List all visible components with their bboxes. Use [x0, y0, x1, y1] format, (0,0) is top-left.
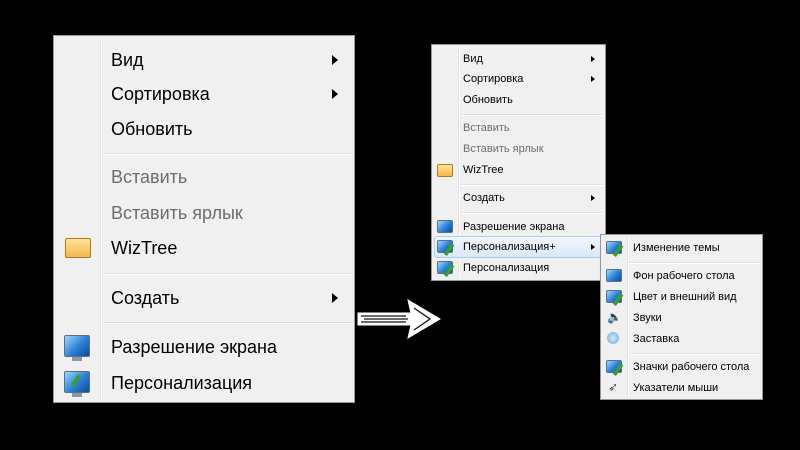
menu-item-refresh[interactable]: Обновить: [432, 90, 605, 110]
menu-item-refresh-label: Обновить: [111, 118, 193, 139]
menu-item-create-label: Создать: [111, 287, 180, 308]
submenu-item-change-theme-label: Изменение темы: [633, 242, 720, 254]
menu-separator: [460, 184, 603, 186]
menu-separator: [629, 262, 760, 264]
menu-item-paste-shortcut-label: Вставить ярлык: [111, 202, 243, 223]
monitor-icon: [437, 220, 453, 233]
monitor-brush-icon: [606, 360, 622, 373]
menu-item-screen-resolution[interactable]: Разрешение экрана: [432, 217, 605, 237]
menu-item-view-label: Вид: [111, 49, 144, 70]
menu-item-screen-resolution-label: Разрешение экрана: [111, 336, 277, 357]
menu-separator: [104, 273, 352, 275]
menu-item-sort-label: Сортировка: [463, 73, 524, 85]
submenu-arrow-icon: [332, 55, 338, 65]
submenu-item-sounds-label: Звуки: [633, 312, 662, 324]
menu-item-create-label: Создать: [463, 192, 505, 204]
menu-item-wiztree-label: WizTree: [111, 237, 178, 258]
menu-item-view[interactable]: Вид: [54, 43, 354, 77]
menu-item-sort[interactable]: Сортировка: [432, 69, 605, 89]
submenu-item-sounds[interactable]: 🔈 Звуки: [601, 308, 762, 328]
menu-separator: [104, 153, 352, 155]
right-arrow-icon: [357, 298, 441, 340]
menu-item-paste: Вставить: [54, 160, 354, 194]
menu-item-screen-resolution[interactable]: Разрешение экрана: [54, 330, 354, 364]
menu-item-create[interactable]: Создать: [54, 281, 354, 315]
menu-item-personalization[interactable]: Персонализация: [432, 258, 605, 278]
menu-item-personalization[interactable]: Персонализация: [54, 366, 354, 400]
menu-item-refresh-label: Обновить: [463, 94, 513, 106]
submenu-item-color-appearance[interactable]: Цвет и внешний вид: [601, 287, 762, 307]
submenu-item-screensaver[interactable]: Заставка: [601, 329, 762, 349]
menu-item-personalization-label: Персонализация: [111, 372, 253, 393]
menu-separator: [460, 114, 603, 116]
submenu-item-desktop-background-label: Фон рабочего стола: [633, 270, 735, 282]
monitor-brush-icon: [64, 371, 90, 397]
submenu-item-screensaver-label: Заставка: [633, 333, 680, 345]
menu-item-wiztree[interactable]: WizTree: [432, 160, 605, 180]
submenu-arrow-icon: [332, 293, 338, 303]
monitor-icon: [64, 335, 90, 361]
menu-item-paste-label: Вставить: [111, 166, 188, 187]
monitor-brush-icon: [606, 241, 622, 254]
submenu-item-change-theme[interactable]: Изменение темы: [601, 238, 762, 258]
submenu-item-desktop-icons[interactable]: Значки рабочего стола: [601, 357, 762, 377]
menu-item-personalization-plus[interactable]: Персонализация+: [432, 237, 605, 257]
menu-item-paste: Вставить: [432, 118, 605, 138]
submenu-arrow-icon: [591, 56, 595, 62]
folder-icon: [65, 238, 91, 258]
menu-separator: [104, 322, 352, 324]
menu-item-sort-label: Сортировка: [111, 83, 210, 104]
menu-item-paste-shortcut: Вставить ярлык: [54, 196, 354, 230]
menu-item-create[interactable]: Создать: [432, 188, 605, 208]
folder-icon: [437, 164, 453, 177]
menu-item-paste-shortcut: Вставить ярлык: [432, 139, 605, 159]
submenu-item-mouse-pointers[interactable]: ➶ Указатели мыши: [601, 378, 762, 398]
menu-separator: [460, 212, 603, 214]
menu-item-personalization-label: Персонализация: [463, 262, 550, 274]
monitor-icon: [606, 269, 622, 282]
menu-item-view[interactable]: Вид: [432, 49, 605, 69]
submenu-arrow-icon: [591, 244, 595, 250]
speaker-icon: 🔈: [607, 310, 622, 324]
cursor-icon: ➶: [608, 380, 619, 394]
personalization-submenu: Изменение темы Фон рабочего стола Цвет и…: [600, 234, 763, 400]
submenu-item-desktop-background[interactable]: Фон рабочего стола: [601, 266, 762, 286]
menu-separator: [629, 353, 760, 355]
menu-item-wiztree[interactable]: WizTree: [54, 231, 354, 265]
context-menu-small: Вид Сортировка Обновить Вставить Вставит…: [431, 44, 606, 281]
monitor-brush-icon: [437, 261, 453, 274]
menu-item-sort[interactable]: Сортировка: [54, 77, 354, 111]
menu-item-refresh[interactable]: Обновить: [54, 112, 354, 146]
submenu-item-color-appearance-label: Цвет и внешний вид: [633, 291, 737, 303]
submenu-item-desktop-icons-label: Значки рабочего стола: [633, 361, 750, 373]
menu-item-paste-label: Вставить: [463, 122, 510, 134]
monitor-brush-icon: [437, 240, 453, 253]
menu-item-view-label: Вид: [463, 53, 483, 65]
submenu-arrow-icon: [332, 89, 338, 99]
monitor-brush-icon: [606, 290, 622, 303]
screensaver-icon: [607, 332, 619, 344]
menu-item-personalization-plus-label: Персонализация+: [463, 241, 556, 253]
submenu-item-mouse-pointers-label: Указатели мыши: [633, 382, 719, 394]
submenu-arrow-icon: [591, 195, 595, 201]
menu-item-paste-shortcut-label: Вставить ярлык: [463, 143, 544, 155]
menu-item-wiztree-label: WizTree: [463, 164, 504, 176]
context-menu-large: Вид Сортировка Обновить Вставить Вставит…: [53, 35, 355, 403]
menu-item-screen-resolution-label: Разрешение экрана: [463, 221, 565, 233]
submenu-arrow-icon: [591, 76, 595, 82]
